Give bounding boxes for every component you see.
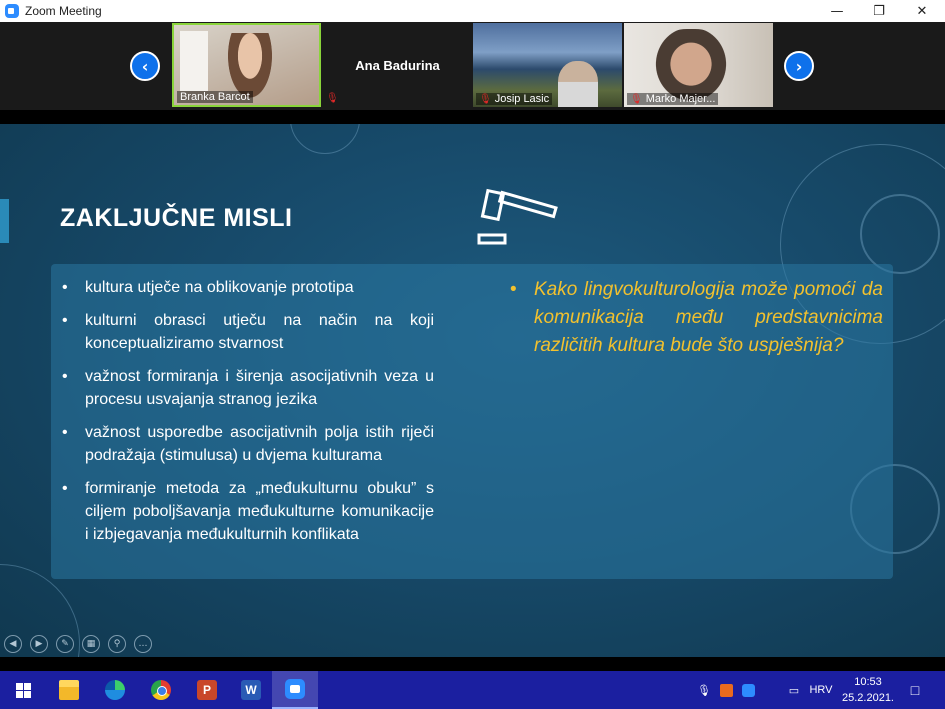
participant-tile[interactable]: 🎙︎ Josip Lasic [473,23,622,107]
clock-time: 10:53 [854,676,882,688]
participant-name: Josip Lasic [494,93,550,105]
zoom-icon [285,679,305,699]
word-icon: W [241,680,261,700]
slideshow-toolbar: ◀ ▶ ✎ ▦ ⚲ … [4,635,152,653]
mic-muted-icon: 🎙︎ [630,93,643,105]
clock[interactable]: 10:53 25.2.2021. [838,674,898,706]
gavel-icon [477,188,558,245]
participant-video [558,61,598,107]
taskbar-file-explorer[interactable] [46,671,92,709]
taskbar-word[interactable]: W [228,671,274,709]
window-title: Zoom Meeting [25,4,102,18]
participant-strip: ‹ Branka Barcot Ana Badurina 🎙︎ 🎙︎ Josip… [0,22,945,110]
language-indicator[interactable]: HRV [806,671,836,709]
participant-tile[interactable]: Branka Barcot [172,23,321,107]
previous-participants-button[interactable]: ‹ [130,51,160,81]
slide-title: ZAKLJUČNE MISLI [60,204,293,232]
previous-slide-icon[interactable]: ◀ [4,635,22,653]
participant-name: Ana Badurina [355,57,440,73]
maximize-button[interactable]: ❐ [857,0,901,22]
pen-icon[interactable]: ✎ [56,635,74,653]
list-item: kulturni obrasci utječu na način na koji… [62,309,434,355]
zoom-app-icon [5,4,19,18]
notifications-icon[interactable]: □ [903,671,927,709]
taskbar-edge[interactable] [92,671,138,709]
network-icon[interactable]: ▭ [783,671,805,709]
participant-name: Branka Barcot [180,91,250,103]
participant-tile[interactable]: 🎙︎ Marko Majer... [624,23,773,107]
next-slide-icon[interactable]: ▶ [30,635,48,653]
more-options-icon[interactable]: … [134,635,152,653]
chrome-icon [151,680,171,700]
folder-icon [59,680,79,700]
right-bullet-list: Kako lingvokulturologija može pomoći da … [510,276,883,360]
list-item: važnost usporedbe asocijativnih polja is… [62,421,434,467]
accent-bar [0,199,9,243]
zoom-tray-icon[interactable] [738,671,758,709]
taskbar-chrome[interactable] [138,671,184,709]
next-participants-button[interactable]: › [784,51,814,81]
minimize-button[interactable]: — [815,0,859,22]
zoom-icon[interactable]: ⚲ [108,635,126,653]
participant-name: Marko Majer... [645,93,716,105]
window-titlebar: Zoom Meeting — ❐ ✕ [0,0,945,22]
windows-logo-icon [15,682,31,698]
all-slides-icon[interactable]: ▦ [82,635,100,653]
start-button[interactable] [0,671,46,709]
edge-icon [105,680,125,700]
clock-date: 25.2.2021. [842,692,894,704]
list-item: kultura utječe na oblikovanje prototipa [62,276,434,299]
list-item: Kako lingvokulturologija može pomoći da … [510,276,883,360]
taskbar-zoom[interactable] [272,671,318,709]
mic-muted-icon: 🎙︎ [479,93,492,105]
list-item: formiranje metoda za „međukulturnu obuku… [62,477,434,546]
participant-tile[interactable]: Ana Badurina 🎙︎ [323,23,472,107]
tray-app-icon[interactable] [716,671,736,709]
powerpoint-icon: P [197,680,217,700]
list-item: važnost formiranja i širenja asocijativn… [62,365,434,411]
close-button[interactable]: ✕ [900,0,944,22]
left-bullet-list: kultura utječe na oblikovanje prototipa … [62,276,434,556]
mic-muted-icon: 🎙︎ [326,93,339,104]
taskbar-powerpoint[interactable]: P [184,671,230,709]
microphone-tray-icon[interactable]: 🎙︎ [694,671,714,709]
taskbar: P W 🎙︎ ▭ HRV 10:53 25.2.2021. □ [0,671,945,709]
shared-slide: ZAKLJUČNE MISLI kultura utječe na obliko… [0,124,945,657]
